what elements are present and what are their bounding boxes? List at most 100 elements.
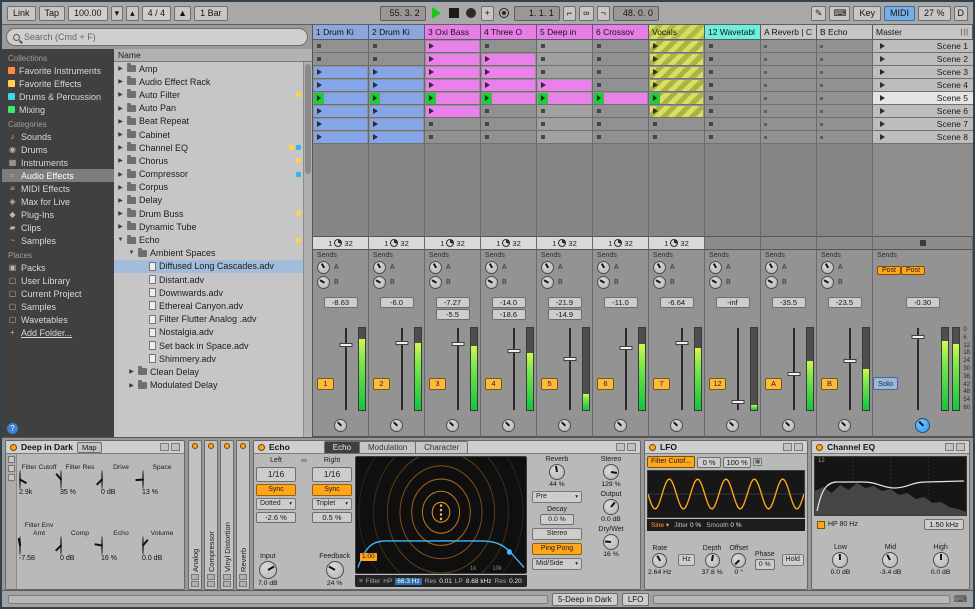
sidebar-item[interactable]: ≈Audio Effects xyxy=(2,169,114,182)
collapsed-device[interactable]: Reverb xyxy=(236,440,250,590)
send-knob-a[interactable] xyxy=(597,261,610,274)
lfo-wave-display[interactable] xyxy=(647,470,805,518)
sidebar-item[interactable]: Favorite Effects xyxy=(2,77,114,90)
browser-section-title[interactable]: Collections xyxy=(2,50,114,64)
browser-row[interactable]: ▶Drum Buss xyxy=(114,207,312,220)
fader-handle[interactable] xyxy=(676,341,689,345)
send-knob-b[interactable] xyxy=(373,276,386,289)
clip-slot[interactable] xyxy=(537,66,593,79)
browser-row[interactable]: ▶Dynamic Tube xyxy=(114,220,312,233)
loop-length-field[interactable]: 48. 0. 0 xyxy=(613,6,659,21)
clip-slot[interactable] xyxy=(817,105,873,118)
cue-volume-knob[interactable] xyxy=(915,418,930,433)
clip-slot[interactable] xyxy=(369,40,425,53)
sidebar-item[interactable]: ▣Packs xyxy=(2,261,114,274)
clip[interactable] xyxy=(650,41,703,52)
fold-icon[interactable] xyxy=(945,443,954,451)
phase-field[interactable]: 0 % xyxy=(755,559,775,570)
volume-field[interactable]: -14.0 xyxy=(492,297,526,308)
volume-field[interactable]: -11.0 xyxy=(604,297,638,308)
eq-band-knob[interactable] xyxy=(933,552,949,568)
clip[interactable] xyxy=(482,67,535,78)
pan-knob[interactable] xyxy=(670,419,683,432)
send-knob-b[interactable] xyxy=(765,276,778,289)
volume-fader[interactable] xyxy=(513,328,515,410)
lfo-min-field[interactable]: 0 % xyxy=(697,457,721,468)
clip-slot[interactable] xyxy=(425,105,481,118)
solo-button[interactable]: Solo xyxy=(873,377,898,390)
sidebar-item[interactable]: ◆Plug-Ins xyxy=(2,208,114,221)
chevron-right-icon[interactable]: ▶ xyxy=(117,105,124,112)
volume-field[interactable]: -23.5 xyxy=(828,297,862,308)
sidebar-item[interactable]: ≡MIDI Effects xyxy=(2,182,114,195)
clip-slot[interactable] xyxy=(593,79,649,92)
track-activator[interactable]: 3 xyxy=(429,378,446,390)
nudge-up-button[interactable]: ▴ xyxy=(126,6,139,21)
play-button[interactable] xyxy=(432,7,441,19)
device-on-toggle[interactable] xyxy=(10,444,17,451)
macro-knob[interactable] xyxy=(101,470,103,489)
overdub-button[interactable]: + xyxy=(481,6,494,21)
pan-field[interactable]: -18.6 xyxy=(492,309,526,320)
scene-slot[interactable]: Scene 7 xyxy=(873,118,973,131)
macro-knob[interactable] xyxy=(60,536,62,555)
chevron-right-icon[interactable]: ▶ xyxy=(117,223,124,230)
pan-knob[interactable] xyxy=(446,419,459,432)
clip-slot[interactable] xyxy=(649,79,705,92)
chevron-right-icon[interactable]: ▶ xyxy=(117,131,124,138)
chevron-down-icon[interactable]: ▼ xyxy=(117,237,124,243)
post-toggle[interactable]: Post xyxy=(877,266,901,275)
browser-row[interactable]: ▶Audio Effect Rack xyxy=(114,75,312,88)
clip-slot[interactable] xyxy=(313,105,369,118)
clip[interactable] xyxy=(314,106,367,117)
clip-slot[interactable] xyxy=(817,53,873,66)
volume-field[interactable]: -inf xyxy=(716,297,750,308)
reverb-knob[interactable] xyxy=(549,464,565,480)
volume-field[interactable]: -6.64 xyxy=(660,297,694,308)
macro-knob[interactable] xyxy=(19,536,21,555)
pan-knob[interactable] xyxy=(334,419,347,432)
metronome-toggle[interactable]: ▲ xyxy=(174,6,191,21)
post-toggle[interactable]: Post xyxy=(901,266,925,275)
chevron-right-icon[interactable]: ▶ xyxy=(117,91,124,98)
clip-slot[interactable] xyxy=(705,40,761,53)
hp-res-field[interactable]: 0.01 xyxy=(439,578,452,585)
send-knob-a[interactable] xyxy=(429,261,442,274)
send-knob-a[interactable] xyxy=(653,261,666,274)
mixer-options-icon[interactable]: ||| xyxy=(961,29,969,36)
hot-swap-icon[interactable] xyxy=(794,443,803,451)
track-activator[interactable]: 4 xyxy=(485,378,502,390)
clip-slot[interactable] xyxy=(537,79,593,92)
feedback-knob[interactable] xyxy=(326,561,344,579)
browser-row[interactable]: ▶Beat Repeat xyxy=(114,115,312,128)
arrangement-record-button[interactable] xyxy=(466,8,476,18)
clip[interactable] xyxy=(594,93,647,104)
highpass-toggle[interactable] xyxy=(817,521,825,529)
pan-knob[interactable] xyxy=(558,419,571,432)
fader-handle[interactable] xyxy=(788,372,801,376)
clip-slot[interactable] xyxy=(705,105,761,118)
lfo-max-field[interactable]: 100 % xyxy=(723,457,751,468)
pan-field[interactable]: -5.5 xyxy=(436,309,470,320)
send-knob-b[interactable] xyxy=(709,276,722,289)
volume-field[interactable]: -35.5 xyxy=(772,297,806,308)
volume-fader[interactable] xyxy=(401,328,403,410)
fader-handle[interactable] xyxy=(508,349,521,353)
track-header[interactable]: 2 Drum Ki xyxy=(369,25,425,40)
nudge-down-button[interactable]: ▾ xyxy=(111,6,124,21)
browser-row[interactable]: ▶Compressor xyxy=(114,168,312,181)
delay-time-right[interactable]: 1/16 xyxy=(312,467,352,482)
lfo-shape-menu[interactable]: Sine ▾ xyxy=(651,521,669,529)
offset-right-field[interactable]: 0.5 % xyxy=(312,512,352,523)
clip[interactable] xyxy=(426,54,479,65)
mid-freq-field[interactable]: 1.50 kHz xyxy=(924,519,964,530)
clip-slot[interactable] xyxy=(537,40,593,53)
key-map-button[interactable]: Key xyxy=(853,6,881,21)
sidebar-item[interactable]: Favorite Instruments xyxy=(2,64,114,77)
hz-sync-toggle[interactable]: Hz xyxy=(678,554,695,566)
device-on-toggle[interactable] xyxy=(192,443,198,449)
offset-knob[interactable] xyxy=(731,553,746,568)
chevron-right-icon[interactable]: ▶ xyxy=(117,184,124,191)
fader-handle[interactable] xyxy=(732,400,745,404)
draw-mode-button[interactable]: ✎ xyxy=(811,6,827,21)
